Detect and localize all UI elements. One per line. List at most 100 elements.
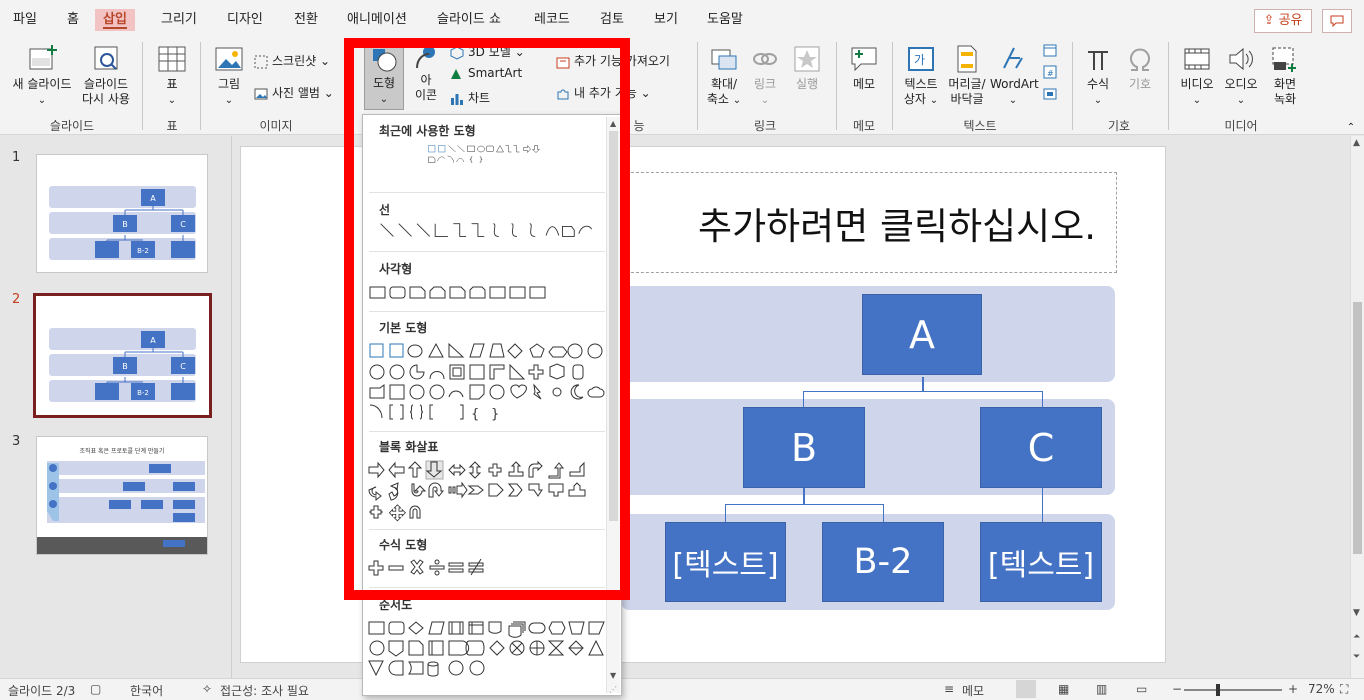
share-button[interactable]: ⇪ 공유 (1254, 9, 1312, 33)
tab-draw[interactable]: 그리기 (161, 9, 197, 31)
flowchart-shapes-grid[interactable] (367, 618, 607, 680)
fit-to-window-icon[interactable]: ⛶ (1340, 682, 1348, 697)
block-arrows-grid[interactable] (367, 460, 607, 522)
tab-animations[interactable]: 애니메이션 (347, 9, 407, 31)
slideshow-icon[interactable]: ▭ (1136, 682, 1147, 696)
dropdown-scroll-thumb[interactable] (609, 131, 618, 521)
zoom-level[interactable]: 72% (1308, 682, 1335, 696)
zoom-button[interactable]: 확대/ 축소 ⌄ (704, 44, 744, 108)
equation-label: 수식 (1086, 77, 1110, 91)
puzzle-icon (557, 89, 569, 99)
pi-icon (1088, 51, 1108, 70)
tab-help[interactable]: 도움말 (707, 9, 743, 31)
slide-sorter-icon[interactable]: ▦ (1058, 682, 1069, 696)
my-addins-button[interactable]: 내 추가 기능 ⌄ (556, 84, 651, 101)
equation-button[interactable]: 수식 ⌄ (1080, 44, 1116, 108)
thumb-node-b2: B-2 (137, 389, 149, 397)
table-button[interactable]: 표 ⌄ (150, 44, 194, 108)
wordart-button[interactable]: WordArt ⌄ (990, 44, 1039, 108)
slide-number: 2 (12, 292, 21, 307)
collapse-ribbon-button[interactable]: ⌃ (1344, 120, 1358, 135)
org-node-b[interactable]: B (743, 407, 865, 488)
tab-insert[interactable]: 삽입 (95, 9, 135, 31)
object-button[interactable] (1040, 86, 1060, 106)
action-button[interactable]: 실행 (788, 44, 826, 92)
language-indicator[interactable]: 한국어 (130, 682, 163, 699)
tab-review[interactable]: 검토 (600, 9, 624, 31)
link-button[interactable]: 링크 ⌄ (748, 44, 782, 108)
org-node-a[interactable]: A (862, 294, 982, 375)
reuse-slides-button[interactable]: 슬라이드 다시 사용 (76, 44, 136, 107)
scrollbar-thumb[interactable] (1353, 302, 1362, 554)
scroll-down-icon[interactable]: ▼ (1353, 608, 1360, 618)
scroll-up-icon[interactable]: ▲ (610, 119, 616, 128)
thumb-node-b: B (122, 362, 128, 371)
new-slide-button[interactable]: 새 슬라이드 ⌄ (8, 44, 76, 108)
next-slide-icon[interactable]: ⏷ (1353, 652, 1360, 662)
comment-button[interactable] (1322, 9, 1352, 33)
comment-insert-label: 메모 (852, 77, 876, 91)
screenshot-button[interactable]: 스크린샷 ⌄ (254, 52, 330, 69)
header-footer-button[interactable]: 머리글/ 바닥글 (944, 44, 990, 107)
accessibility-status[interactable]: 접근성: 조사 필요 (220, 682, 309, 699)
equation-shapes-row[interactable] (367, 558, 607, 578)
tab-slideshow[interactable]: 슬라이드 쇼 (437, 9, 501, 31)
scroll-up-icon[interactable]: ▲ (1353, 138, 1360, 148)
icons-button[interactable]: 아 이콘 (408, 44, 444, 103)
zoom-in-icon[interactable]: + (1288, 682, 1298, 696)
zoom-slider[interactable] (1184, 689, 1282, 691)
dropdown-scrollbar[interactable]: ▲ ▼ (606, 117, 620, 693)
group-label-media: 미디어 (1224, 119, 1258, 133)
basic-shapes-grid[interactable]: {} (367, 341, 607, 423)
tab-home[interactable]: 홈 (67, 9, 79, 31)
spell-check-icon[interactable]: ▢ (90, 682, 101, 696)
lines-row[interactable] (367, 221, 607, 241)
get-addins-button[interactable]: 추가 기능 가져오기 (556, 52, 670, 69)
3d-models-button[interactable]: 3D 모델 ⌄ (450, 43, 525, 60)
screenshot-icon (254, 55, 268, 68)
section-divider (369, 251, 605, 252)
slide-number-button[interactable]: # (1040, 64, 1060, 84)
section-flowchart: 순서도 (379, 598, 413, 612)
object-icon (1043, 88, 1057, 100)
shapes-button[interactable]: 도형 ⌄ (364, 40, 404, 110)
rectangles-row[interactable] (367, 283, 607, 303)
resize-grip-icon[interactable]: ⋰ (609, 685, 617, 694)
tab-design[interactable]: 디자인 (227, 9, 263, 31)
tab-view[interactable]: 보기 (654, 9, 678, 31)
date-time-button[interactable] (1040, 42, 1060, 62)
connector-line (922, 377, 924, 391)
org-node-c[interactable]: C (980, 407, 1102, 488)
comment-insert-button[interactable]: 메모 (844, 44, 884, 92)
org-node-b2[interactable]: B-2 (822, 522, 944, 602)
title-placeholder[interactable]: 추가하려면 클릭하십시오. (621, 172, 1117, 273)
vertical-scrollbar[interactable]: ▲ ▼ ⏶ ⏷ (1350, 136, 1364, 678)
photo-album-button[interactable]: 사진 앨범 ⌄ (254, 84, 334, 101)
scroll-down-icon[interactable]: ▼ (610, 671, 616, 680)
org-node-text-2[interactable]: [텍스트] (980, 522, 1102, 602)
symbol-button[interactable]: 기호 (1122, 44, 1158, 92)
tab-file[interactable]: 파일 (13, 9, 37, 31)
reading-view-icon[interactable]: ▥ (1096, 682, 1107, 696)
smartart-button[interactable]: SmartArt (450, 66, 522, 81)
video-button[interactable]: 비디오 ⌄ (1176, 44, 1218, 108)
zoom-label-2: 축소 (706, 92, 729, 106)
picture-button[interactable]: 그림 ⌄ (208, 44, 250, 108)
audio-button[interactable]: 오디오 ⌄ (1220, 44, 1262, 108)
screen-record-button[interactable]: 화면 녹화 (1264, 44, 1306, 107)
recent-shapes-row[interactable]: {} (367, 144, 607, 164)
chart-button[interactable]: 차트 (450, 89, 490, 106)
prev-slide-icon[interactable]: ⏶ (1353, 632, 1360, 642)
zoom-slider-thumb[interactable] (1216, 684, 1220, 696)
slide-thumbnail-3[interactable]: 조직표 혹은 프로토콜 단계 만들기 (36, 436, 208, 555)
tab-record[interactable]: 레코드 (534, 9, 570, 31)
normal-view-button[interactable] (1016, 680, 1036, 698)
textbox-button[interactable]: 가 텍스트 상자 ⌄ (898, 44, 944, 108)
slide-thumbnail-2[interactable]: A B C B-2 (33, 293, 212, 418)
notes-button[interactable]: 메모 (962, 682, 984, 699)
slide-thumbnail-1[interactable]: A B C B-2 (36, 154, 208, 273)
org-node-text-1[interactable]: [텍스트] (665, 522, 786, 602)
picture-icon (215, 47, 243, 71)
tab-transitions[interactable]: 전환 (294, 9, 318, 31)
zoom-out-icon[interactable]: − (1172, 682, 1182, 696)
